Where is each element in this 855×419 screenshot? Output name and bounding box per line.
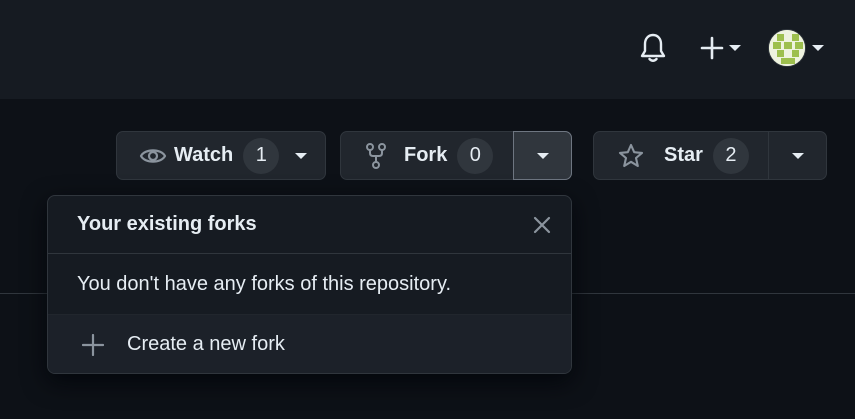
fork-label: Fork bbox=[404, 144, 448, 166]
global-header bbox=[0, 0, 855, 99]
bell-icon bbox=[640, 33, 666, 62]
eye-icon bbox=[139, 148, 167, 163]
fork-button[interactable]: Fork 0 bbox=[341, 132, 513, 179]
watch-button-group: Watch 1 bbox=[116, 131, 326, 180]
avatar bbox=[768, 29, 806, 67]
x-icon bbox=[533, 216, 551, 234]
star-count: 2 bbox=[712, 137, 749, 174]
create-new-button[interactable] bbox=[694, 31, 746, 65]
plus-icon bbox=[700, 36, 724, 60]
watch-label: Watch bbox=[174, 144, 234, 166]
watch-count: 1 bbox=[243, 137, 280, 174]
star-button-group: Star 2 bbox=[593, 131, 827, 180]
create-new-fork-link[interactable]: Create a new fork bbox=[48, 314, 571, 373]
no-forks-message: You don't have any forks of this reposit… bbox=[77, 272, 452, 295]
chevron-down-icon bbox=[791, 152, 804, 159]
close-button[interactable] bbox=[527, 210, 557, 240]
star-icon bbox=[618, 143, 644, 167]
user-menu-button[interactable] bbox=[768, 29, 830, 67]
chevron-down-icon bbox=[729, 45, 741, 51]
chevron-down-icon bbox=[295, 152, 308, 159]
divider bbox=[572, 293, 855, 294]
existing-forks-popover: Your existing forks You don't have any f… bbox=[47, 195, 572, 374]
create-new-fork-label: Create a new fork bbox=[127, 333, 285, 355]
divider bbox=[0, 293, 47, 294]
fork-button-group: Fork 0 bbox=[340, 131, 572, 180]
star-list-dropdown-button[interactable] bbox=[768, 132, 826, 179]
star-button[interactable]: Star 2 bbox=[594, 132, 768, 179]
repo-forked-icon bbox=[366, 142, 386, 169]
fork-dropdown-button[interactable] bbox=[513, 131, 572, 180]
fork-count: 0 bbox=[457, 137, 494, 174]
watch-button[interactable]: Watch 1 bbox=[117, 132, 325, 179]
popover-header: Your existing forks bbox=[48, 196, 571, 254]
plus-icon bbox=[81, 333, 105, 357]
chevron-down-icon bbox=[536, 152, 549, 159]
notifications-button[interactable] bbox=[636, 31, 670, 65]
chevron-down-icon bbox=[812, 45, 824, 51]
popover-title: Your existing forks bbox=[77, 213, 257, 235]
star-label: Star bbox=[664, 144, 703, 166]
